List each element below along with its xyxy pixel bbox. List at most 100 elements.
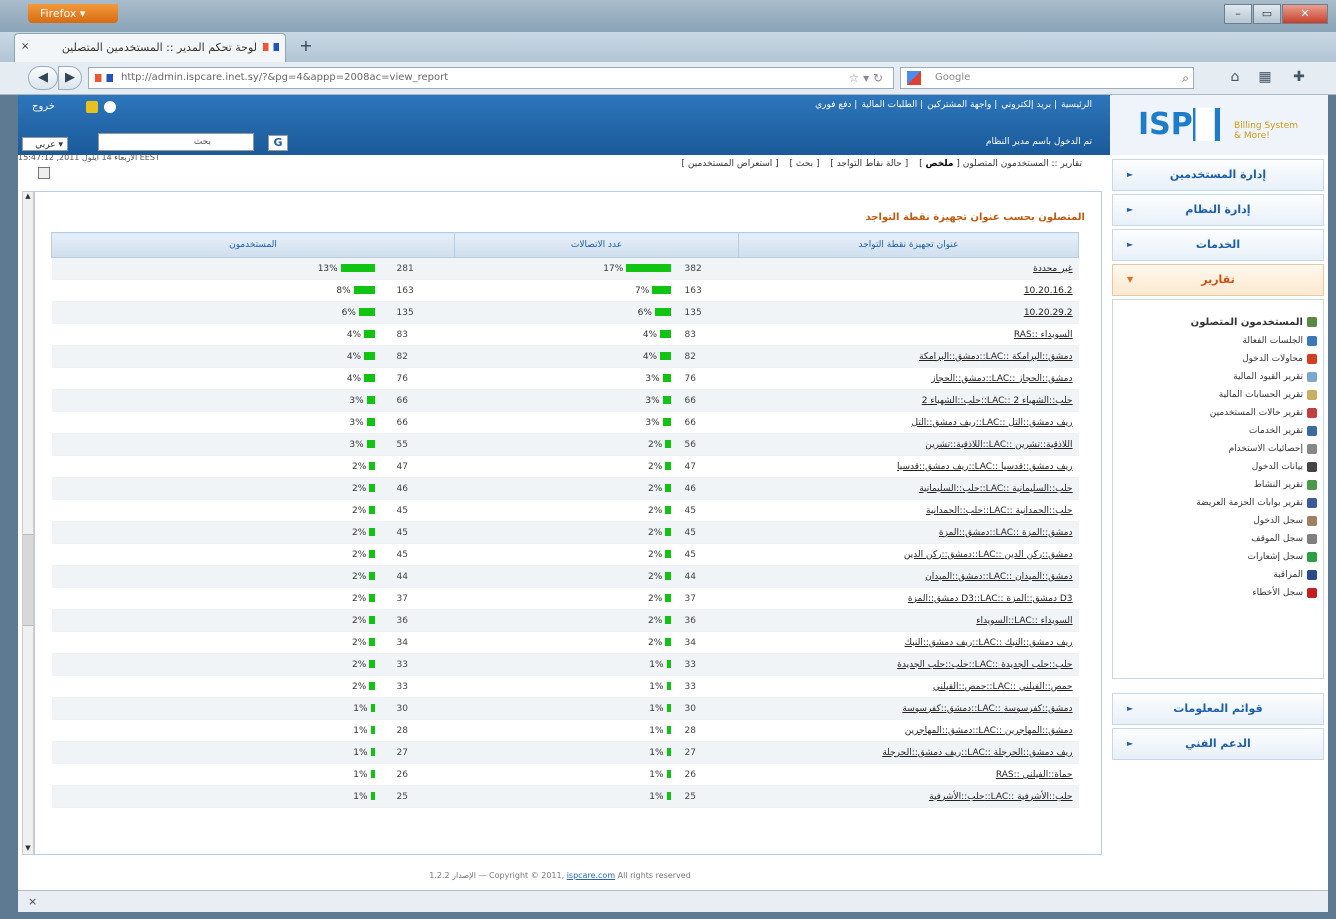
topnav-email[interactable]: بريد إلكتروني [1001,100,1051,110]
home-icon[interactable]: ⌂ [1226,69,1244,87]
pop-address-link[interactable]: ريف دمشق::قدسيا::LAC:: ريف دمشق::قدسيا [897,462,1072,472]
scroll-up-icon[interactable]: ▲ [23,192,33,202]
sidebar-report-item[interactable]: تقرير النشاط [1113,476,1317,494]
pop-address-link[interactable]: غير محددة [1033,264,1072,274]
sidebar-report-item[interactable]: تقرير الخدمات [1113,422,1317,440]
search-bar[interactable]: Google ⌕ [900,67,1194,89]
pop-address-link[interactable]: السويداء::LAC:: السويداء [976,616,1072,626]
new-tab-button[interactable]: + [294,36,318,58]
logout-link[interactable]: خروج [32,101,55,112]
sidebar-item-services[interactable]: ► الخدمات [1112,229,1324,261]
breadcrumb-search[interactable]: بحث [796,159,813,169]
sidebar-report-item[interactable]: بيانات الدخول [1113,458,1317,476]
report-item-icon [1307,497,1317,508]
pop-address-link[interactable]: دمشق::المهاجرين::LAC:: دمشق::المهاجرين [905,726,1073,736]
connections-bar-cell: 1% [454,719,677,742]
connections-count: 26 [676,763,739,786]
tab-close-icon[interactable]: × [21,41,29,52]
pop-address-link[interactable]: RAS:: السويداء [1014,330,1073,340]
pop-address-link[interactable]: حلب::الحمدانية::LAC:: حلب::الحمدانية [926,506,1072,516]
breadcrumb-pop-status[interactable]: حالة نقاط التواجد [837,159,902,169]
pop-address-link[interactable]: دمشق::البرامكة::LAC:: دمشق::البرامكة [919,352,1072,362]
pop-address-link[interactable]: دمشق::ركن الدين::LAC:: دمشق::ركن الدين [904,550,1073,560]
site-search-button[interactable]: G [268,135,288,151]
pop-address-link[interactable]: حلب::حلب الجديدة::LAC:: حلب::حلب الجديدة [897,660,1072,670]
sidebar-report-item[interactable]: سجل الأخطاء [1113,584,1317,602]
breadcrumb-summary[interactable]: ملخص [925,159,953,169]
browser-tab[interactable]: لوحة تحكم المدير :: المستخدمين المتصلين … [14,33,286,63]
pop-address-link[interactable]: حلب::السليمانية::LAC:: حلب::السليمانية [919,484,1072,494]
scroll-down-icon[interactable]: ▼ [23,844,33,854]
topnav-subscribers[interactable]: واجهة المشتركين [927,100,991,110]
sidebar-report-item[interactable]: تقرير بوابات الحزمة العريضة [1113,494,1317,512]
maximize-button[interactable]: ▭ [1253,4,1281,24]
language-select[interactable]: عربي ▾ [22,137,68,151]
users-bar [340,264,375,272]
report-item-icon [1307,569,1317,580]
pop-address-link[interactable]: دمشق::كفرسوسة::LAC:: دمشق::كفرسوسة [902,704,1072,714]
report-item-icon [1307,479,1317,490]
bookmark-star-icon[interactable]: ☆ ▾ ↻ [849,68,883,88]
sidebar-report-item[interactable]: المراقبة [1113,566,1317,584]
lock-icon[interactable] [86,101,98,113]
sidebar-report-item[interactable]: المستخدمون المتصلون [1113,314,1317,332]
sidebar-report-item[interactable]: الجلسات الفعالة [1113,332,1317,350]
col-users[interactable]: المستخدمون [51,232,455,258]
sidebar-item-info-lists[interactable]: ► قوائم المعلومات [1112,693,1324,725]
pop-address-link[interactable]: ريف دمشق::الحرجلة::LAC:: ريف دمشق::الحرج… [882,748,1072,758]
col-pop-address[interactable]: عنوان تجهيزة نقطة التواجد [738,232,1079,258]
minimize-button[interactable]: – [1224,4,1252,24]
pop-address-link[interactable]: ريف دمشق::النبك::LAC:: ريف دمشق::النبك [905,638,1073,648]
report-item-icon [1307,533,1317,544]
sidebar-report-item[interactable]: تقرير حالات المستخدمين [1113,404,1317,422]
pop-address-link[interactable]: ريف دمشق::التل::LAC:: ريف دمشق::التل [912,418,1073,428]
pop-address-link[interactable]: حلب::الشهباء 2::LAC:: حلب::الشهباء 2 [922,396,1073,406]
topnav-home[interactable]: الرئيسية [1061,100,1092,110]
connections-bar-cell: 3% [454,389,677,412]
pop-address-link[interactable]: دمشق::الميدان::LAC:: دمشق::الميدان [925,572,1072,582]
search-icon[interactable]: ⌕ [1182,68,1189,88]
sidebar-item-support[interactable]: ► الدعم الفني [1112,728,1324,760]
pop-address-link[interactable]: 10.20.29.2 [1024,308,1073,318]
bookmarks-icon[interactable]: ▦ [1256,69,1274,87]
isp-care-logo[interactable]: ISP ▉ Billing System & More! [1110,95,1328,155]
sidebar-item-users-management[interactable]: ► إدارة المستخدمين [1112,159,1324,191]
scroll-thumb[interactable] [23,534,33,626]
pop-address-link[interactable]: RAS:: حماة::الفيلني [996,770,1073,780]
sidebar-item-reports[interactable]: ▼ تقارير [1112,264,1324,296]
sidebar-item-system-management[interactable]: ► إدارة النظام [1112,194,1324,226]
pop-address-link[interactable]: دمشق::الحجاز::LAC:: دمشق::الحجاز [931,374,1072,384]
sidebar-report-item[interactable]: سجل الموقف [1113,530,1317,548]
url-bar[interactable]: http://admin.ispcare.inet.sy/?&pg=4&appp… [88,67,894,89]
pop-address-link[interactable]: حمص::الفيلني::LAC:: حمص::الفيلني [933,682,1073,692]
sidebar-report-item[interactable]: سجل إشعارات [1113,548,1317,566]
sidebar-report-item[interactable]: تقرير الحسابات المالية [1113,386,1317,404]
sidebar-report-item[interactable]: سجل الدخول [1113,512,1317,530]
table-row: 3% 66 3% 66 حلب::الشهباء 2::LAC:: حلب::الشهب… [51,389,1079,412]
sidebar-report-item[interactable]: إحصائيات الاستخدام [1113,440,1317,458]
sidebar-report-item[interactable]: محاولات الدخول [1113,350,1317,368]
close-window-button[interactable]: ✕ [1282,4,1328,24]
pop-address-link[interactable]: اللاذقية::تشرين::LAC:: اللاذقية::تشرين [925,440,1072,450]
info-icon[interactable] [104,101,116,113]
pop-address-link[interactable]: دمشق::المزة::LAC:: دمشق::المزة [939,528,1073,538]
addon-bar-close-icon[interactable]: × [28,895,37,908]
site-search-input[interactable]: بحث [98,133,254,151]
pop-address-link[interactable]: حلب::الأشرفية::LAC:: حلب::الأشرفية [929,792,1072,802]
print-icon[interactable] [38,167,50,179]
topnav-finance[interactable]: الطلبات المالية [861,100,917,110]
addons-icon[interactable]: ✚ [1290,69,1308,87]
percent-sign: % [352,329,362,340]
breadcrumb-browse-users[interactable]: استعراض المستخدمين [688,159,772,169]
topnav-payment[interactable]: دفع فوري [815,100,851,110]
users-count: 76 [388,367,455,390]
pop-address-link[interactable]: 10.20.16.2 [1024,286,1073,296]
back-button[interactable]: ◀ [28,66,58,90]
col-connections[interactable]: عدد الاتصالات [454,232,739,258]
table-scrollbar[interactable]: ▲ ▼ [22,191,34,855]
pop-address-link[interactable]: دمشق::المزة D3::LAC:: دمشق::المزة D3 [908,594,1073,604]
forward-button[interactable]: ▶ [58,66,82,90]
firefox-menu-button[interactable]: Firefox ▾ [28,4,118,23]
sidebar-report-item[interactable]: تقرير القيود المالية [1113,368,1317,386]
footer-link[interactable]: ispcare.com [567,871,615,880]
